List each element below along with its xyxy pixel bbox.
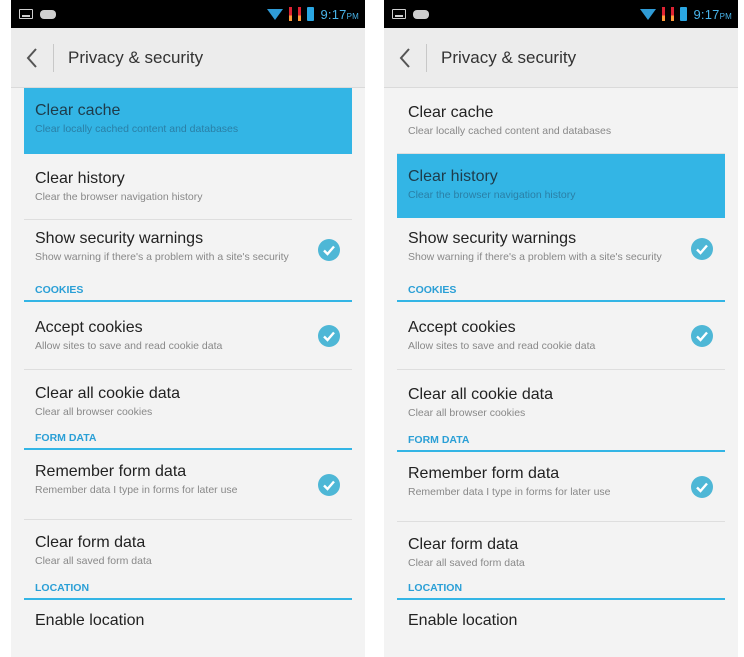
status-bar: 9:17PM [384, 0, 738, 28]
status-bar: 9:17PM [11, 0, 365, 28]
signal-icon [671, 7, 675, 21]
pref-title: Clear history [35, 170, 125, 187]
category-header-cookies: COOKIES [24, 280, 352, 302]
pref-title: Remember form data [35, 463, 187, 480]
pref-summary: Clear locally cached content and databas… [408, 125, 612, 137]
preference-list: Clear cache Clear locally cached content… [11, 88, 365, 640]
pref-summary: Show warning if there's a problem with a… [35, 251, 289, 263]
pref-summary: Clear all saved form data [408, 557, 525, 569]
pref-title: Accept cookies [35, 319, 143, 336]
pref-title: Clear cache [408, 104, 494, 121]
checkbox-checked-icon[interactable] [691, 238, 713, 260]
pref-summary: Allow sites to save and read cookie data [35, 340, 223, 352]
action-bar-divider [53, 43, 54, 72]
pref-title: Enable location [408, 612, 518, 629]
pref-clear-form-data[interactable]: Clear form data Clear all saved form dat… [24, 520, 352, 578]
screen-clear-cache-selected: 9:17PM Privacy & security Clear cache Cl… [11, 0, 365, 657]
pref-clear-all-cookie-data[interactable]: Clear all cookie data Clear all browser … [24, 370, 352, 428]
pref-title: Remember form data [408, 465, 560, 482]
checkbox-checked-icon[interactable] [691, 324, 713, 347]
gamepad-notification-icon [413, 9, 429, 19]
pref-title: Clear cache [35, 102, 121, 119]
pref-show-security-warnings[interactable]: Show security warnings Show warning if t… [397, 218, 725, 280]
category-header-form-data: FORM DATA [24, 428, 352, 450]
pref-clear-all-cookie-data[interactable]: Clear all cookie data Clear all browser … [397, 370, 725, 430]
pref-enable-location[interactable]: Enable location [24, 600, 352, 640]
preference-list: Clear cache Clear locally cached content… [384, 88, 738, 640]
category-header-location: LOCATION [24, 578, 352, 600]
pref-clear-history[interactable]: Clear history Clear the browser navigati… [397, 154, 725, 218]
pref-clear-cache[interactable]: Clear cache Clear locally cached content… [397, 88, 725, 154]
pref-summary: Allow sites to save and read cookie data [408, 340, 596, 352]
pref-show-security-warnings[interactable]: Show security warnings Show warning if t… [24, 220, 352, 280]
pref-remember-form-data[interactable]: Remember form data Remember data I type … [397, 452, 725, 522]
pref-clear-cache[interactable]: Clear cache Clear locally cached content… [24, 88, 352, 154]
pref-title: Clear all cookie data [408, 386, 553, 403]
pref-accept-cookies[interactable]: Accept cookies Allow sites to save and r… [397, 302, 725, 370]
pref-enable-location[interactable]: Enable location [397, 600, 725, 640]
pref-summary: Remember data I type in forms for later … [408, 486, 611, 498]
signal-icon [289, 7, 293, 21]
checkbox-checked-icon[interactable] [318, 324, 340, 347]
battery-icon [307, 7, 315, 21]
clock: 9:17PM [320, 6, 359, 22]
checkbox-checked-icon[interactable] [691, 475, 713, 498]
page-title: Privacy & security [68, 47, 204, 67]
category-header-cookies: COOKIES [397, 280, 725, 302]
pref-title: Accept cookies [408, 319, 516, 336]
page-title: Privacy & security [441, 47, 577, 67]
signal-icon [662, 7, 666, 21]
pref-title: Enable location [35, 612, 145, 629]
back-arrow-icon[interactable] [390, 28, 420, 88]
checkbox-checked-icon[interactable] [318, 473, 340, 496]
action-bar-divider [426, 43, 427, 72]
pref-clear-history[interactable]: Clear history Clear the browser navigati… [24, 154, 352, 220]
pref-title: Clear history [408, 168, 498, 185]
pref-title: Clear all cookie data [35, 385, 180, 402]
category-header-form-data: FORM DATA [397, 430, 725, 452]
action-bar: Privacy & security [11, 28, 365, 88]
gamepad-notification-icon [40, 9, 56, 19]
pref-summary: Remember data I type in forms for later … [35, 484, 238, 496]
pref-accept-cookies[interactable]: Accept cookies Allow sites to save and r… [24, 302, 352, 370]
wifi-icon [267, 8, 284, 20]
pref-summary: Clear all browser cookies [408, 407, 526, 419]
pref-summary: Clear the browser navigation history [35, 191, 203, 203]
pref-summary: Clear all browser cookies [35, 406, 153, 418]
screen-clear-history-selected: 9:17PM Privacy & security Clear cache Cl… [384, 0, 738, 657]
clock: 9:17PM [693, 6, 732, 22]
pref-title: Show security warnings [35, 230, 204, 247]
signal-icon [298, 7, 302, 21]
back-arrow-icon[interactable] [17, 28, 47, 88]
pref-remember-form-data[interactable]: Remember form data Remember data I type … [24, 450, 352, 520]
screenshot-notification-icon [392, 9, 406, 19]
pref-title: Clear form data [408, 536, 519, 553]
action-bar: Privacy & security [384, 28, 738, 88]
category-header-location: LOCATION [397, 578, 725, 600]
pref-clear-form-data[interactable]: Clear form data Clear all saved form dat… [397, 522, 725, 578]
checkbox-checked-icon[interactable] [318, 239, 340, 261]
pref-summary: Show warning if there's a problem with a… [408, 251, 662, 263]
pref-summary: Clear the browser navigation history [408, 189, 576, 201]
pref-summary: Clear locally cached content and databas… [35, 123, 239, 135]
pref-title: Show security warnings [408, 230, 577, 247]
battery-icon [680, 7, 688, 21]
screenshot-notification-icon [19, 9, 33, 19]
pref-title: Clear form data [35, 534, 146, 551]
wifi-icon [640, 8, 657, 20]
pref-summary: Clear all saved form data [35, 555, 152, 567]
